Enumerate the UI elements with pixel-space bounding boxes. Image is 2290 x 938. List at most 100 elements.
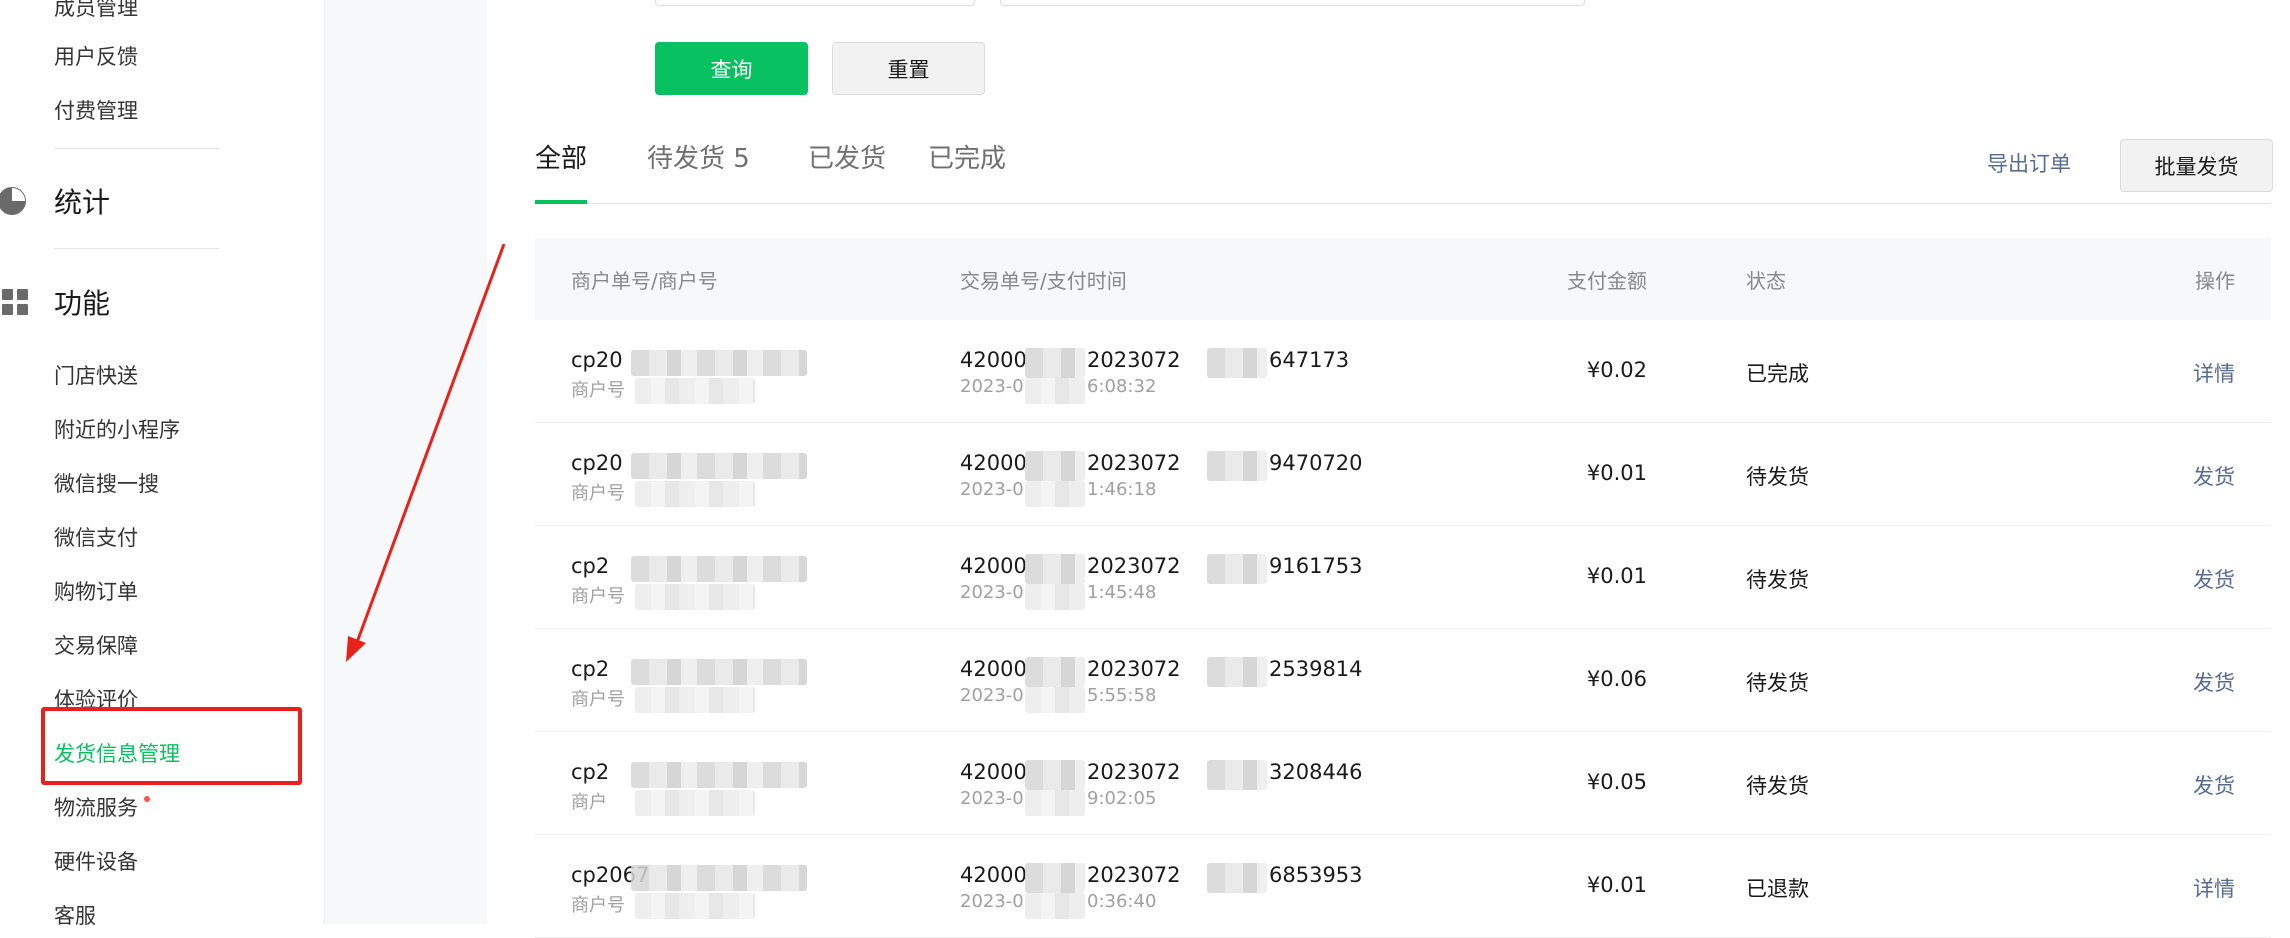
pay-time-prefix: 2023-0 [960,376,1024,397]
transaction-no-suffix: 6853953 [1269,863,1363,887]
pay-time-prefix: 2023-0 [960,479,1024,500]
tab-all[interactable]: 全部 [535,138,587,175]
redacted-blur [631,659,807,685]
redacted-blur [1025,451,1085,481]
table-row: cp2067 商户号 42000 2023072 6853953 2023-0 0:36:4… [535,835,2271,938]
redacted-blur [1025,893,1085,919]
redacted-blur [635,790,755,816]
query-button[interactable]: 查询 [655,42,808,95]
tab-completed[interactable]: 已完成 [928,138,1006,175]
sidebar-item-trade-guarantee[interactable]: 交易保障 [54,632,138,660]
redacted-blur [1207,451,1267,481]
redacted-blur [1025,790,1085,816]
order-status: 已退款 [1746,877,1809,901]
sidebar-item-nearby-miniprogram[interactable]: 附近的小程序 [54,416,180,444]
row-action-link[interactable]: 发货 [2193,564,2235,594]
redacted-blur [635,378,755,404]
merchant-id: 商户 [571,792,607,813]
redacted-blur [1025,348,1085,378]
pay-time-suffix: 6:08:32 [1087,376,1157,397]
merchant-id: 商户号 [571,895,625,916]
transaction-no-suffix: 647173 [1269,348,1350,372]
table-row: cp20 商户号 42000 2023072 9470720 2023-0 1:46:18 ¥… [535,423,2271,526]
filter-input[interactable] [1000,0,1585,6]
redacted-blur [1207,863,1267,893]
order-status: 待发货 [1746,671,1809,695]
filter-select[interactable] [655,0,975,6]
merchant-order-no: cp20 [571,451,623,475]
sidebar-item-feedback[interactable]: 用户反馈 [54,43,138,71]
redacted-blur [1025,657,1085,687]
table-row: cp2 商户 42000 2023072 3208446 2023-0 9:02:05 ¥0.… [535,732,2271,835]
table-row: cp2 商户号 42000 2023072 2539814 2023-0 5:55:58 ¥0… [535,629,2271,732]
tab-shipped[interactable]: 已发货 [808,138,886,175]
sidebar-item-customer-service[interactable]: 客服 [54,902,96,930]
highlight-box [41,707,302,785]
sidebar-section-functions[interactable]: 功能 [0,282,110,322]
active-tab-indicator [535,200,587,204]
redacted-blur [631,453,807,479]
merchant-order-no: cp2 [571,760,610,784]
merchant-order-no: cp2 [571,657,610,681]
transaction-no-mid: 2023072 [1087,451,1181,475]
header-transaction: 交易单号/支付时间 [960,269,1127,293]
order-status: 已完成 [1746,362,1809,386]
sidebar-section-stats[interactable]: 统计 [0,181,110,221]
pay-amount: ¥0.06 [1586,667,1647,691]
table-body: cp20 商户号 42000 2023072 647173 2023-0 6:08:32 ¥0… [535,320,2271,938]
redacted-blur [1025,554,1085,584]
merchant-id: 商户号 [571,380,625,401]
merchant-order-no: cp20 [571,348,623,372]
sidebar-item-members[interactable]: 成员管理 [54,0,138,22]
sidebar-divider [54,248,219,249]
sidebar-item-shopping-orders[interactable]: 购物订单 [54,578,138,606]
row-action-link[interactable]: 发货 [2193,770,2235,800]
redacted-blur [1025,760,1085,790]
row-action-link[interactable]: 详情 [2193,358,2235,388]
content-gutter [325,0,487,924]
row-action-link[interactable]: 详情 [2193,873,2235,903]
transaction-no-mid: 2023072 [1087,760,1181,784]
pay-amount: ¥0.02 [1586,358,1647,382]
redacted-blur [1207,554,1267,584]
tabs-divider [535,203,2271,204]
sidebar-item-wechat-pay[interactable]: 微信支付 [54,524,138,552]
order-status: 待发货 [1746,774,1809,798]
row-action-link[interactable]: 发货 [2193,667,2235,697]
pay-time-suffix: 0:36:40 [1087,891,1157,912]
redacted-blur [1025,687,1085,713]
redacted-blur [1207,348,1267,378]
logistics-notification-dot [144,796,150,802]
sidebar-section-title: 统计 [54,186,111,219]
pay-time-prefix: 2023-0 [960,891,1024,912]
sidebar: 成员管理 用户反馈 付费管理 统计 功能 门店快送 附近的小程序 微信搜一搜 微… [0,0,325,928]
sidebar-item-hardware[interactable]: 硬件设备 [54,848,138,876]
transaction-no-prefix: 42000 [960,554,1027,578]
sidebar-divider [54,148,219,149]
transaction-no-suffix: 9161753 [1269,554,1363,578]
redacted-blur [635,893,755,919]
sidebar-item-logistics[interactable]: 物流服务 [54,794,138,822]
batch-ship-button[interactable]: 批量发货 [2120,139,2273,192]
redacted-blur [631,350,807,376]
sidebar-item-wechat-search[interactable]: 微信搜一搜 [54,470,159,498]
row-action-link[interactable]: 发货 [2193,461,2235,491]
header-merchant: 商户单号/商户号 [571,269,718,293]
merchant-id: 商户号 [571,586,625,607]
table-row: cp20 商户号 42000 2023072 647173 2023-0 6:08:32 ¥0… [535,320,2271,423]
tab-pending-shipment[interactable]: 待发货 5 [647,138,750,175]
pay-time-suffix: 9:02:05 [1087,788,1157,809]
sidebar-item-store-delivery[interactable]: 门店快送 [54,362,138,390]
transaction-no-mid: 2023072 [1087,554,1181,578]
header-amount: 支付金额 [1567,269,1647,293]
redacted-blur [635,584,755,610]
reset-button[interactable]: 重置 [832,42,985,95]
redacted-blur [635,687,755,713]
redacted-blur [631,556,807,582]
export-orders-link[interactable]: 导出订单 [1987,148,2071,178]
orders-table: 商户单号/商户号 交易单号/支付时间 支付金额 状态 操作 cp20 商户号 420… [535,238,2271,938]
pay-time-prefix: 2023-0 [960,788,1024,809]
transaction-no-prefix: 42000 [960,863,1027,887]
order-status: 待发货 [1746,568,1809,592]
sidebar-item-paid[interactable]: 付费管理 [54,97,138,125]
